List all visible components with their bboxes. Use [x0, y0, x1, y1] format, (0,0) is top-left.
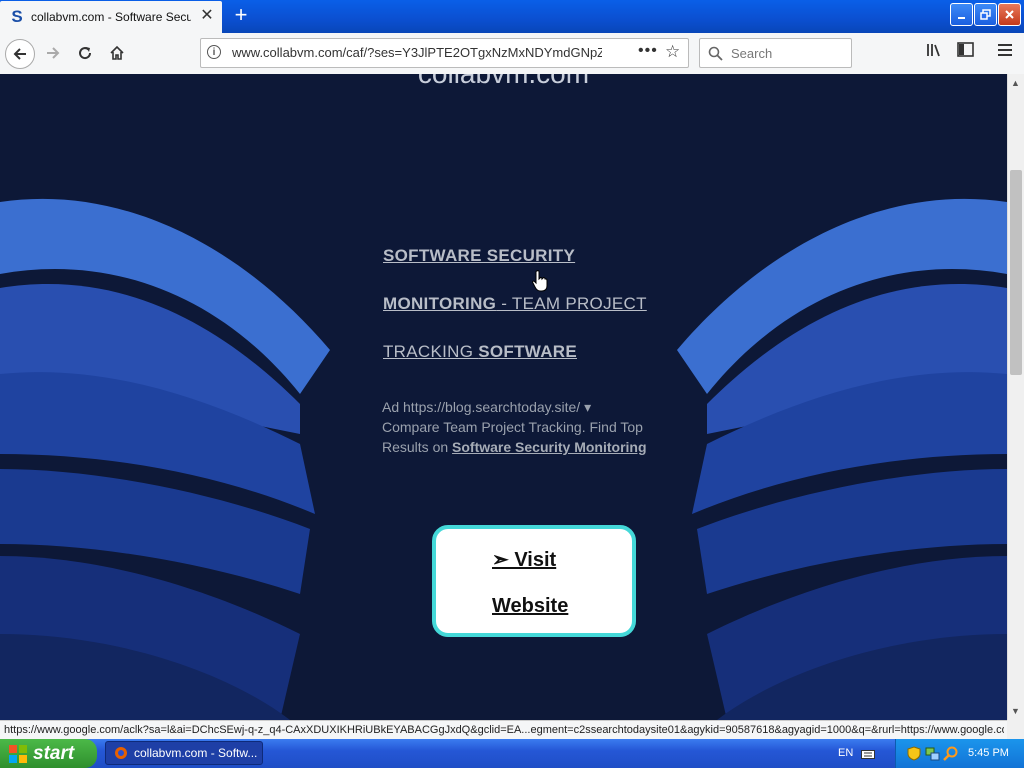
sidebar-icon[interactable]: [957, 42, 974, 62]
ad-label[interactable]: Ad https://blog.searchtoday.site/ ▾: [382, 397, 662, 417]
clock: 5:45 PM: [968, 747, 1009, 759]
search-bar[interactable]: Search: [699, 38, 852, 68]
site-info-icon[interactable]: i: [207, 45, 221, 59]
reload-icon: [79, 47, 92, 60]
site-favicon-icon: S: [11, 7, 23, 26]
link-tracking-software[interactable]: TRACKING SOFTWARE: [383, 342, 683, 361]
vertical-scrollbar[interactable]: ▲ ▼: [1007, 74, 1024, 720]
status-corner: [1007, 720, 1024, 739]
forward-button[interactable]: [39, 39, 67, 67]
scrollbar-thumb[interactable]: [1010, 170, 1022, 375]
link-software-security[interactable]: SOFTWARE SECURITY: [383, 246, 683, 265]
taskbar: start collabvm.com - Softw... EN 5:45 PM: [0, 739, 1024, 768]
scroll-up-icon[interactable]: ▲: [1011, 78, 1020, 88]
home-icon: [110, 45, 124, 60]
language-indicator[interactable]: EN: [838, 747, 853, 759]
page-content: collabvm.com SOFTWARE SECURITY MONITORIN…: [0, 74, 1007, 720]
close-icon: [1005, 10, 1014, 19]
library-icon[interactable]: [926, 42, 942, 63]
restore-button[interactable]: [974, 3, 997, 26]
windows-flag-icon: [9, 744, 27, 763]
keyboard-icon[interactable]: [861, 748, 875, 760]
firefox-icon: [115, 747, 127, 759]
scroll-down-icon[interactable]: ▼: [1011, 706, 1020, 716]
search-tray-icon[interactable]: [943, 746, 958, 761]
start-button[interactable]: start: [0, 739, 97, 768]
new-tab-button[interactable]: +: [230, 4, 252, 28]
shield-icon[interactable]: [907, 746, 921, 761]
network-icon[interactable]: [925, 746, 940, 761]
url-bar[interactable]: i www.collabvm.com/caf/?ses=Y3JlPTE2OTgx…: [200, 38, 689, 68]
status-bar: https://www.google.com/aclk?sa=l&ai=DChc…: [0, 720, 1007, 740]
back-arrow-icon: [13, 48, 26, 60]
restore-icon: [980, 9, 991, 20]
minimize-icon: [957, 16, 965, 19]
page-actions-icon[interactable]: •••: [638, 42, 658, 60]
taskbar-item-browser[interactable]: collabvm.com - Softw...: [105, 741, 263, 765]
start-label: start: [33, 742, 75, 764]
close-window-button[interactable]: [998, 3, 1021, 26]
taskbar-item-label: collabvm.com - Softw...: [134, 746, 258, 760]
url-text[interactable]: www.collabvm.com/caf/?ses=Y3JlPTE2OTgxNz…: [232, 45, 602, 60]
status-url: https://www.google.com/aclk?sa=l&ai=DChc…: [4, 724, 1004, 736]
window-controls: [950, 3, 1021, 26]
reload-button[interactable]: [71, 39, 99, 67]
browser-tab[interactable]: S collabvm.com - Software Security ✕: [0, 1, 222, 33]
hand-cursor-icon: [532, 270, 548, 292]
navigation-toolbar: i www.collabvm.com/caf/?ses=Y3JlPTE2OTgx…: [0, 33, 1024, 75]
home-button[interactable]: [103, 39, 131, 67]
ad-link[interactable]: Software Security Monitoring: [452, 439, 646, 455]
ad-links: SOFTWARE SECURITY MONITORING - TEAM PROJ…: [383, 246, 683, 390]
search-input[interactable]: Search: [731, 46, 772, 61]
title-bar: S collabvm.com - Software Security ✕ +: [0, 0, 1024, 33]
tab-close-icon[interactable]: ✕: [200, 8, 214, 24]
forward-arrow-icon: [47, 47, 60, 59]
search-icon: [708, 46, 723, 61]
link-monitoring-team-project[interactable]: MONITORING - TEAM PROJECT: [383, 294, 683, 313]
back-button[interactable]: [5, 39, 35, 69]
visit-label[interactable]: ➣ Visit: [492, 547, 556, 572]
visit-website-button[interactable]: ➣ Visit Website: [432, 525, 636, 637]
website-label[interactable]: Website: [492, 595, 568, 618]
tab-title: collabvm.com - Software Security: [31, 10, 191, 24]
menu-icon[interactable]: [997, 42, 1013, 62]
minimize-button[interactable]: [950, 3, 973, 26]
ad-block: Ad https://blog.searchtoday.site/ ▾ Comp…: [382, 397, 662, 457]
bookmark-star-icon[interactable]: ☆: [665, 42, 680, 62]
site-brand: collabvm.com: [0, 74, 1007, 90]
